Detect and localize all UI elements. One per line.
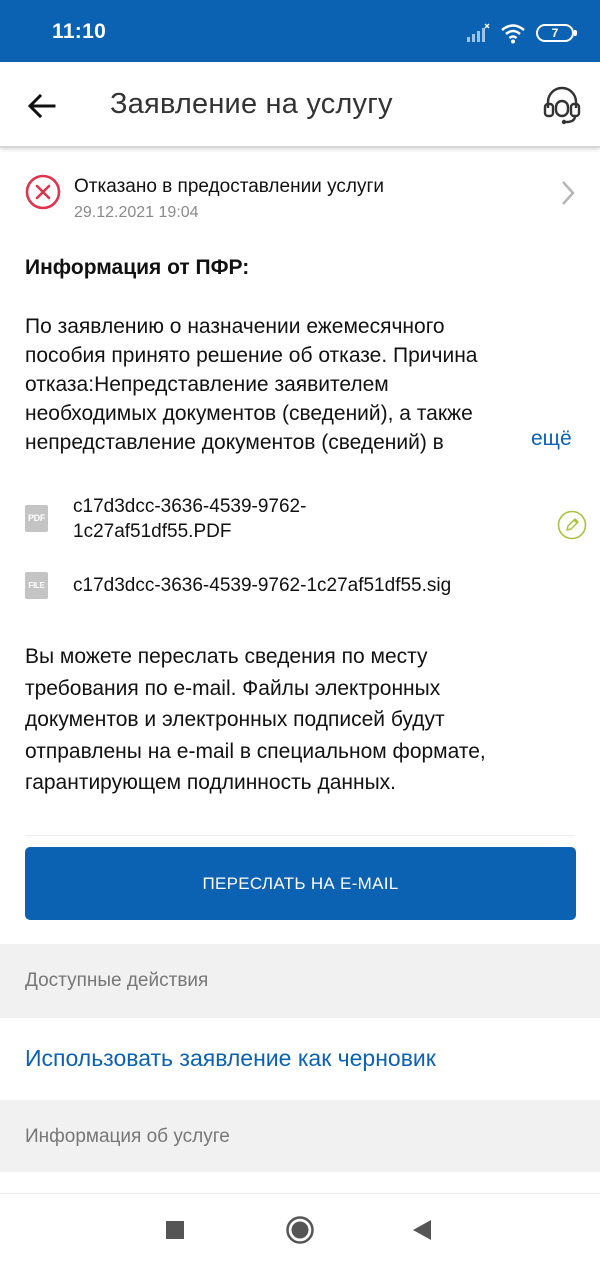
circle-home-icon[interactable] — [285, 1215, 315, 1245]
file-icon: FILE — [25, 572, 48, 599]
status-icons: 7 — [466, 20, 577, 46]
divider — [25, 835, 575, 836]
file-name: c17d3dcc-3636-4539-9762- 1c27af51df55.PD… — [73, 494, 513, 544]
status-time: 11:10 — [52, 20, 107, 43]
file-name-line: c17d3dcc-3636-4539-9762- — [73, 496, 307, 517]
headset-icon[interactable] — [542, 84, 582, 126]
section-header-service-info[interactable]: Информация об услуге — [0, 1100, 600, 1172]
status-text: Отказано в предоставлении услуги — [74, 176, 384, 197]
chevron-right-icon — [562, 181, 575, 205]
info-heading: Информация от ПФР: — [25, 256, 250, 279]
file-row-sig[interactable]: FILE c17d3dcc-3636-4539-9762-1c27af51df5… — [0, 570, 600, 604]
email-note-line: документов и электронных подписей будут — [25, 708, 445, 731]
info-line: необходимых документов (сведений), а так… — [25, 402, 473, 425]
rejected-circle-x-icon — [25, 174, 61, 210]
email-note-line: Вы можете переслать сведения по месту — [25, 645, 428, 668]
email-note-line: гарантирующем подлинность данных. — [25, 771, 397, 794]
text-fade — [470, 428, 530, 458]
email-note-line: требования по e-mail. Файлы электронных — [25, 676, 441, 700]
file-row-pdf[interactable]: PDF c17d3dcc-3636-4539-9762- 1c27af51df5… — [0, 490, 600, 552]
use-as-draft-link[interactable]: Использовать заявление как черновик — [25, 1045, 436, 1072]
send-email-button[interactable]: ПЕРЕСЛАТЬ НА E-MAIL — [25, 847, 576, 920]
pdf-file-icon: PDF — [25, 505, 48, 532]
wifi-icon — [501, 24, 525, 44]
square-recents-icon[interactable] — [165, 1220, 185, 1240]
info-line: отказа:Непредставление заявителем — [25, 373, 389, 396]
battery-icon: 7 — [536, 24, 577, 42]
application-status-row[interactable]: Отказано в предоставлении услуги 29.12.2… — [0, 162, 600, 228]
email-note-line: отправлены на e-mail в специальном форма… — [25, 739, 486, 763]
file-name-line: 1c27af51df55.PDF — [73, 521, 232, 542]
email-note: Вы можете переслать сведения по месту тр… — [25, 641, 585, 799]
arrow-left-icon[interactable] — [24, 88, 60, 124]
show-more-link[interactable]: ещё — [529, 427, 572, 451]
page-title: Заявление на услугу — [110, 88, 393, 120]
triangle-back-icon[interactable] — [411, 1218, 433, 1242]
system-nav-bar — [0, 1193, 600, 1266]
battery-level: 7 — [551, 26, 559, 40]
signal-bars-icon — [467, 23, 490, 42]
info-line: По заявлению о назначении ежемесячного — [25, 315, 445, 338]
app-bar: Заявление на услугу — [0, 62, 600, 148]
info-line: пособия принято решение об отказе. Причи… — [25, 344, 478, 367]
status-date: 29.12.2021 19:04 — [74, 204, 199, 221]
status-bar: 11:10 7 — [0, 0, 600, 62]
signature-pen-icon[interactable] — [557, 510, 587, 540]
section-header-available-actions: Доступные действия — [0, 944, 600, 1018]
file-name: c17d3dcc-3636-4539-9762-1c27af51df55.sig — [73, 575, 452, 596]
